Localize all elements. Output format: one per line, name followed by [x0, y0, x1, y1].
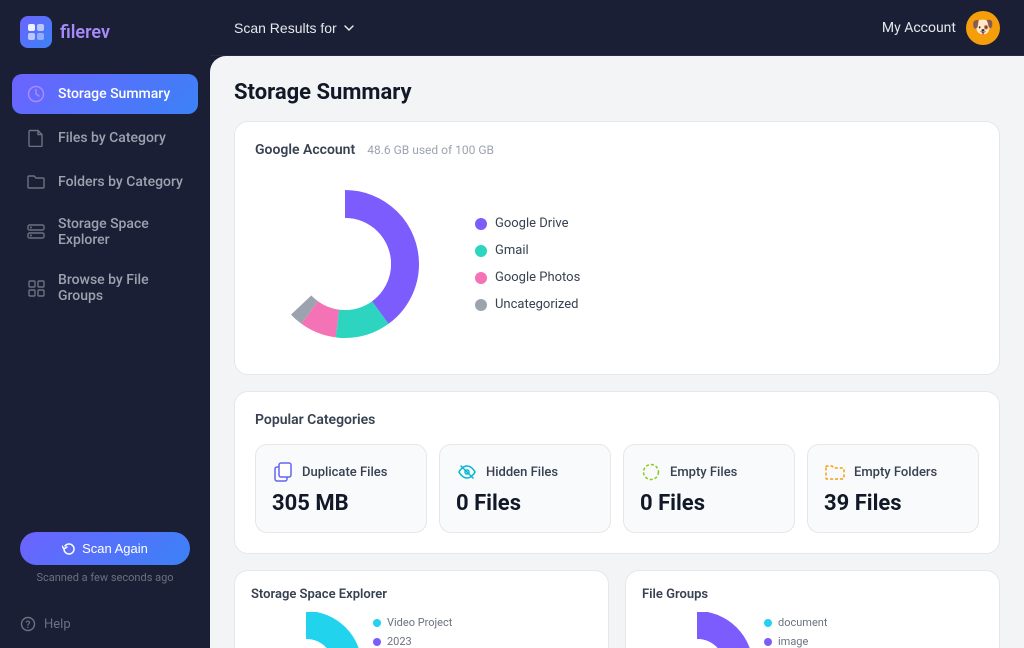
logo[interactable]: filerev: [0, 0, 210, 64]
category-card-empty-files[interactable]: Empty Files 0 Files: [623, 444, 795, 533]
sidebar-item-folders-by-category[interactable]: Folders by Category: [12, 162, 198, 202]
grid-icon: [26, 278, 46, 298]
donut-legend: Google Drive Gmail Google Photos Uncateg…: [475, 216, 580, 312]
logo-icon: [20, 16, 52, 48]
sidebar-item-files-by-category[interactable]: Files by Category: [12, 118, 198, 158]
category-value: 39 Files: [824, 491, 962, 516]
clock-icon: [26, 84, 46, 104]
legend-item-photos: Google Photos: [475, 270, 580, 285]
category-header: Duplicate Files: [272, 461, 410, 483]
bottom-grid: Storage Space Explorer Video Project: [234, 570, 1000, 648]
category-header: Empty Folders: [824, 461, 962, 483]
nav-menu: Storage Summary Files by Category Folder…: [0, 64, 210, 516]
google-account-subtitle: 48.6 GB used of 100 GB: [367, 143, 494, 157]
sidebar-item-label: Browse by File Groups: [58, 272, 184, 304]
file-groups-legend: document image: [764, 612, 827, 648]
legend-dot: [475, 272, 487, 284]
donut-chart: [255, 174, 435, 354]
file-groups-card: File Groups document: [625, 570, 1000, 648]
svg-text:?: ?: [26, 620, 31, 631]
legend-item-drive: Google Drive: [475, 216, 580, 231]
main-content: Scan Results for My Account 🐶 Storage Su…: [210, 0, 1024, 648]
storage-space-explorer-title: Storage Space Explorer: [251, 587, 592, 602]
sidebar-item-label: Storage Summary: [58, 86, 170, 102]
legend-item: Video Project: [373, 616, 490, 629]
popular-categories-card: Popular Categories Duplicate Files 305 M…: [234, 391, 1000, 554]
scan-results-button[interactable]: Scan Results for: [234, 20, 355, 36]
category-value: 0 Files: [456, 491, 594, 516]
legend-item: 2023: [373, 635, 490, 648]
avatar: 🐶: [966, 11, 1000, 45]
category-value: 0 Files: [640, 491, 778, 516]
legend-item: image: [764, 635, 827, 648]
category-header: Hidden Files: [456, 461, 594, 483]
help-item[interactable]: ? Help: [0, 600, 210, 648]
legend-dot: [475, 299, 487, 311]
duplicate-icon: [272, 461, 294, 483]
popular-categories-title: Popular Categories: [255, 412, 979, 428]
legend-item-gmail: Gmail: [475, 243, 580, 258]
category-value: 305 MB: [272, 491, 410, 516]
legend-dot: [475, 245, 487, 257]
bottom-card-content: document image: [642, 612, 983, 648]
google-account-content: Google Drive Gmail Google Photos Uncateg…: [255, 174, 979, 354]
page-title: Storage Summary: [234, 80, 1000, 105]
legend-item: document: [764, 616, 827, 629]
legend-dot: [475, 218, 487, 230]
help-label: Help: [44, 617, 71, 632]
category-card-hidden[interactable]: Hidden Files 0 Files: [439, 444, 611, 533]
empty-files-icon: [640, 461, 662, 483]
category-card-duplicate[interactable]: Duplicate Files 305 MB: [255, 444, 427, 533]
sidebar-item-label: Storage Space Explorer: [58, 216, 184, 248]
sidebar-item-label: Folders by Category: [58, 174, 183, 190]
category-header: Empty Files: [640, 461, 778, 483]
sidebar: filerev Storage Summary Files by Categor…: [0, 0, 210, 648]
page-content: Storage Summary Google Account 48.6 GB u…: [210, 56, 1024, 648]
file-icon: [26, 128, 46, 148]
storage-explorer-legend: Video Project 2023 VFX Water and Brid...: [373, 612, 490, 648]
sidebar-item-storage-summary[interactable]: Storage Summary: [12, 74, 198, 114]
bottom-card-content: Video Project 2023 VFX Water and Brid...: [251, 612, 592, 648]
sidebar-item-browse-by-file-groups[interactable]: Browse by File Groups: [12, 262, 198, 314]
topbar: Scan Results for My Account 🐶: [210, 0, 1024, 56]
legend-item-uncategorized: Uncategorized: [475, 297, 580, 312]
google-account-title: Google Account: [255, 142, 355, 158]
empty-folders-icon: [824, 461, 846, 483]
categories-grid: Duplicate Files 305 MB: [255, 444, 979, 533]
sidebar-item-label: Files by Category: [58, 130, 166, 146]
scan-again-label: Scanned a few seconds ago: [36, 571, 173, 584]
storage-space-explorer-card: Storage Space Explorer Video Project: [234, 570, 609, 648]
server-icon: [26, 222, 46, 242]
account-section[interactable]: My Account 🐶: [882, 11, 1000, 45]
folder-icon: [26, 172, 46, 192]
scan-again-section: Scan Again Scanned a few seconds ago: [0, 516, 210, 600]
card-header: Google Account 48.6 GB used of 100 GB: [255, 142, 979, 158]
file-groups-title: File Groups: [642, 587, 983, 602]
scan-again-button[interactable]: Scan Again: [20, 532, 190, 565]
hidden-icon: [456, 461, 478, 483]
google-account-card: Google Account 48.6 GB used of 100 GB: [234, 121, 1000, 375]
category-card-empty-folders[interactable]: Empty Folders 39 Files: [807, 444, 979, 533]
sidebar-item-storage-space-explorer[interactable]: Storage Space Explorer: [12, 206, 198, 258]
logo-text: filerev: [60, 22, 110, 43]
